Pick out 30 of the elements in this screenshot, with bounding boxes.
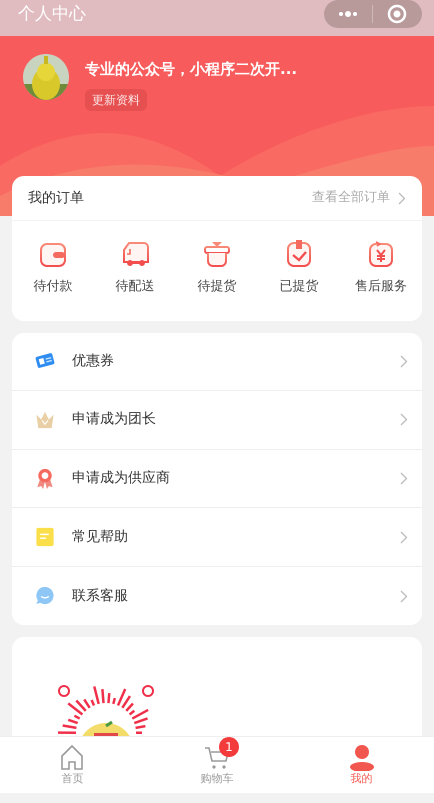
order-status-item[interactable]: 待付款	[12, 221, 94, 320]
order-status-item[interactable]: 售后服务	[340, 221, 422, 320]
order-status-item[interactable]: 待配送	[94, 221, 176, 320]
menu-item[interactable]: 申请成为团长	[12, 391, 422, 450]
user-name: 专业的公众号，小程序二次开...	[85, 59, 298, 80]
menu-item[interactable]: 申请成为供应商	[12, 450, 422, 508]
chevron-right-icon	[400, 354, 408, 368]
yen-icon	[366, 239, 396, 269]
menu-item[interactable]: 联系客服	[12, 566, 422, 626]
chevron-right-icon	[400, 530, 408, 544]
menu-item[interactable]: 常见帮助	[12, 508, 422, 567]
capsule-menu[interactable]	[324, 0, 422, 28]
truck-icon	[120, 239, 150, 269]
user-icon	[348, 742, 376, 771]
order-status-item[interactable]: 已提货	[258, 221, 340, 320]
tab[interactable]: 1 购物车	[144, 737, 290, 793]
note-icon	[34, 526, 56, 548]
chevron-right-icon	[398, 192, 406, 204]
gift-icon	[202, 239, 232, 269]
chevron-right-icon	[400, 472, 408, 485]
section-title: 我的订单	[28, 188, 84, 208]
check-icon	[284, 239, 314, 269]
more-icon[interactable]	[338, 10, 358, 18]
page-title: 个人中心	[17, 4, 86, 24]
chevron-right-icon	[400, 590, 408, 603]
menu-item[interactable]: 优惠券	[12, 332, 422, 392]
chevron-right-icon	[400, 413, 408, 426]
count-badge: 1	[219, 736, 239, 757]
close-icon[interactable]	[387, 4, 407, 24]
order-status-item[interactable]: 待提货	[176, 221, 258, 320]
